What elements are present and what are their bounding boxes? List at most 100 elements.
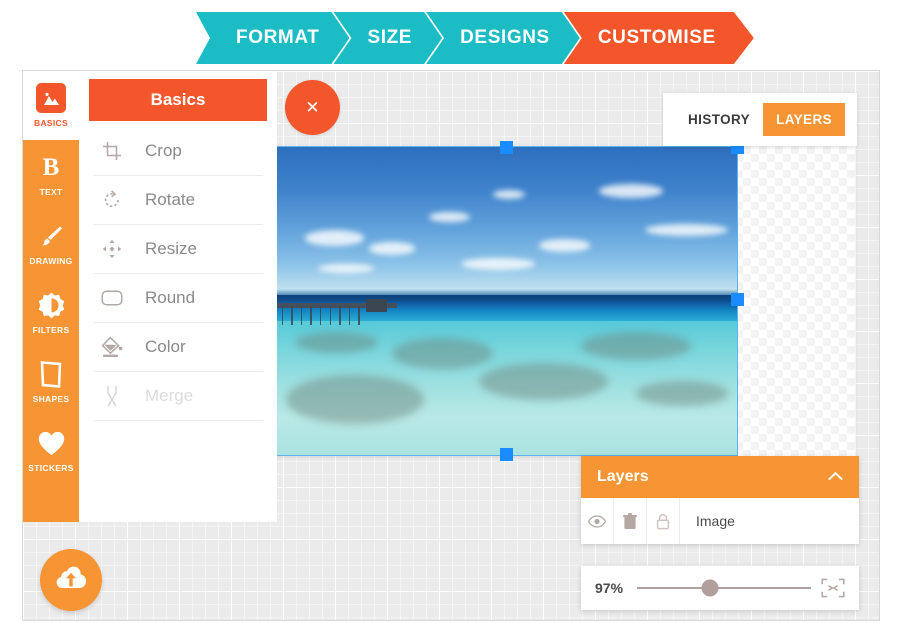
tool-rail: BASICS B TEXT DRAWING FILTERS SHAPES STI… — [23, 71, 79, 522]
editor-frame: BASICS B TEXT DRAWING FILTERS SHAPES STI… — [22, 70, 880, 621]
step-designs[interactable]: DESIGNS — [426, 12, 580, 64]
step-size[interactable]: SIZE — [333, 12, 442, 64]
step-label: SIZE — [367, 27, 413, 48]
menu-item-crop[interactable]: Crop — [93, 127, 263, 176]
pier-leg — [281, 305, 284, 325]
pier-leg — [348, 305, 351, 325]
image-icon — [36, 83, 66, 113]
round-rect-icon — [101, 289, 123, 307]
rail-label: STICKERS — [28, 463, 74, 473]
layers-panel-title: Layers — [597, 468, 649, 485]
steps-breadcrumb: FORMAT SIZE DESIGNS CUSTOMISE — [196, 12, 754, 64]
menu-label: Merge — [145, 386, 194, 405]
tab-history[interactable]: HISTORY — [675, 103, 763, 136]
menu-label: Resize — [145, 239, 197, 258]
layers-panel: Layers Image — [581, 456, 859, 544]
reef-patch — [392, 337, 494, 369]
rail-item-text[interactable]: B TEXT — [23, 140, 79, 209]
trash-icon[interactable] — [614, 498, 647, 544]
basics-menu: Crop Rotate Resize Round Color Merge — [79, 127, 277, 421]
menu-label: Rotate — [145, 190, 196, 209]
reef-patch — [580, 331, 691, 360]
rail-label: DRAWING — [29, 256, 73, 266]
tab-label: LAYERS — [776, 112, 832, 127]
brush-icon — [38, 221, 64, 251]
step-label: CUSTOMISE — [597, 27, 716, 48]
pier-hut — [365, 299, 388, 313]
tab-layers[interactable]: LAYERS — [763, 103, 845, 136]
panel-title-label: Basics — [150, 90, 206, 109]
menu-item-round[interactable]: Round — [93, 274, 263, 323]
chevron-up-icon[interactable] — [828, 468, 843, 486]
rail-item-filters[interactable]: FILTERS — [23, 278, 79, 347]
basics-panel: Basics Crop Rotate Resize Round Color Me… — [79, 71, 277, 522]
menu-label: Round — [145, 288, 196, 307]
lock-icon[interactable] — [647, 498, 680, 544]
pier-leg — [339, 305, 341, 325]
rail-label: TEXT — [39, 187, 63, 197]
resize-icon — [101, 239, 123, 259]
paint-bucket-icon — [101, 336, 123, 358]
zoom-slider[interactable] — [637, 579, 811, 597]
cloud-shape — [461, 257, 535, 271]
rail-item-drawing[interactable]: DRAWING — [23, 209, 79, 278]
panel-title: Basics — [89, 79, 267, 121]
fit-to-screen-icon[interactable] — [821, 578, 845, 598]
crop-icon — [101, 141, 123, 161]
cloud-shape — [539, 239, 590, 252]
zoom-slider-track — [637, 587, 811, 589]
layers-panel-header[interactable]: Layers — [581, 456, 859, 498]
cloud-upload-icon — [55, 565, 87, 595]
image-layer[interactable] — [276, 146, 738, 456]
pier-leg — [300, 305, 303, 325]
zoom-value-label: 97% — [595, 580, 624, 596]
cloud-shape — [599, 183, 664, 198]
zoom-slider-thumb[interactable] — [701, 579, 719, 597]
rotate-icon — [101, 190, 123, 210]
rail-item-shapes[interactable]: SHAPES — [23, 347, 79, 416]
upload-image-button[interactable] — [40, 549, 102, 611]
step-format[interactable]: FORMAT — [196, 12, 349, 64]
menu-label: Color — [145, 337, 186, 356]
contrast-icon — [38, 290, 65, 320]
tab-label: HISTORY — [688, 112, 751, 127]
shape-icon — [40, 359, 62, 389]
history-layers-toggle: HISTORY LAYERS — [663, 93, 857, 146]
cloud-shape — [369, 242, 415, 255]
rail-item-stickers[interactable]: STICKERS — [23, 416, 79, 485]
selection-handle-top-center[interactable] — [500, 141, 513, 154]
menu-item-resize[interactable]: Resize — [93, 225, 263, 274]
step-label: FORMAT — [236, 27, 320, 48]
cloud-shape — [304, 230, 365, 246]
pier-leg — [358, 305, 360, 325]
rail-item-basics[interactable]: BASICS — [23, 71, 79, 140]
close-panel-button[interactable]: ✕ — [285, 80, 340, 135]
selection-handle-middle-right[interactable] — [731, 293, 744, 306]
zoom-bar: 97% — [581, 566, 859, 610]
pier-leg — [329, 305, 331, 325]
reef-patch — [635, 381, 728, 406]
pier-leg — [320, 305, 322, 325]
step-customise[interactable]: CUSTOMISE — [564, 12, 754, 64]
close-icon: ✕ — [305, 97, 320, 117]
pier — [277, 299, 397, 327]
heart-icon — [38, 428, 65, 458]
eye-icon[interactable] — [581, 498, 614, 544]
menu-label: Crop — [145, 141, 182, 160]
image-editor-app: FORMAT SIZE DESIGNS CUSTOMISE BASICS B T… — [0, 0, 900, 635]
layer-name-label: Image — [696, 513, 735, 529]
rail-label: SHAPES — [32, 394, 70, 404]
pier-leg — [310, 305, 312, 325]
reef-patch — [286, 374, 425, 425]
rail-label: FILTERS — [32, 325, 70, 335]
merge-icon — [101, 385, 123, 407]
rail-label: BASICS — [34, 118, 68, 128]
menu-item-rotate[interactable]: Rotate — [93, 176, 263, 225]
pier-leg — [291, 305, 293, 325]
layer-row[interactable]: Image — [581, 498, 859, 544]
reef-patch — [479, 362, 609, 400]
menu-item-merge: Merge — [93, 372, 263, 421]
menu-item-color[interactable]: Color — [93, 323, 263, 372]
selection-handle-bottom-center[interactable] — [500, 448, 513, 461]
text-b-icon: B — [42, 153, 60, 181]
